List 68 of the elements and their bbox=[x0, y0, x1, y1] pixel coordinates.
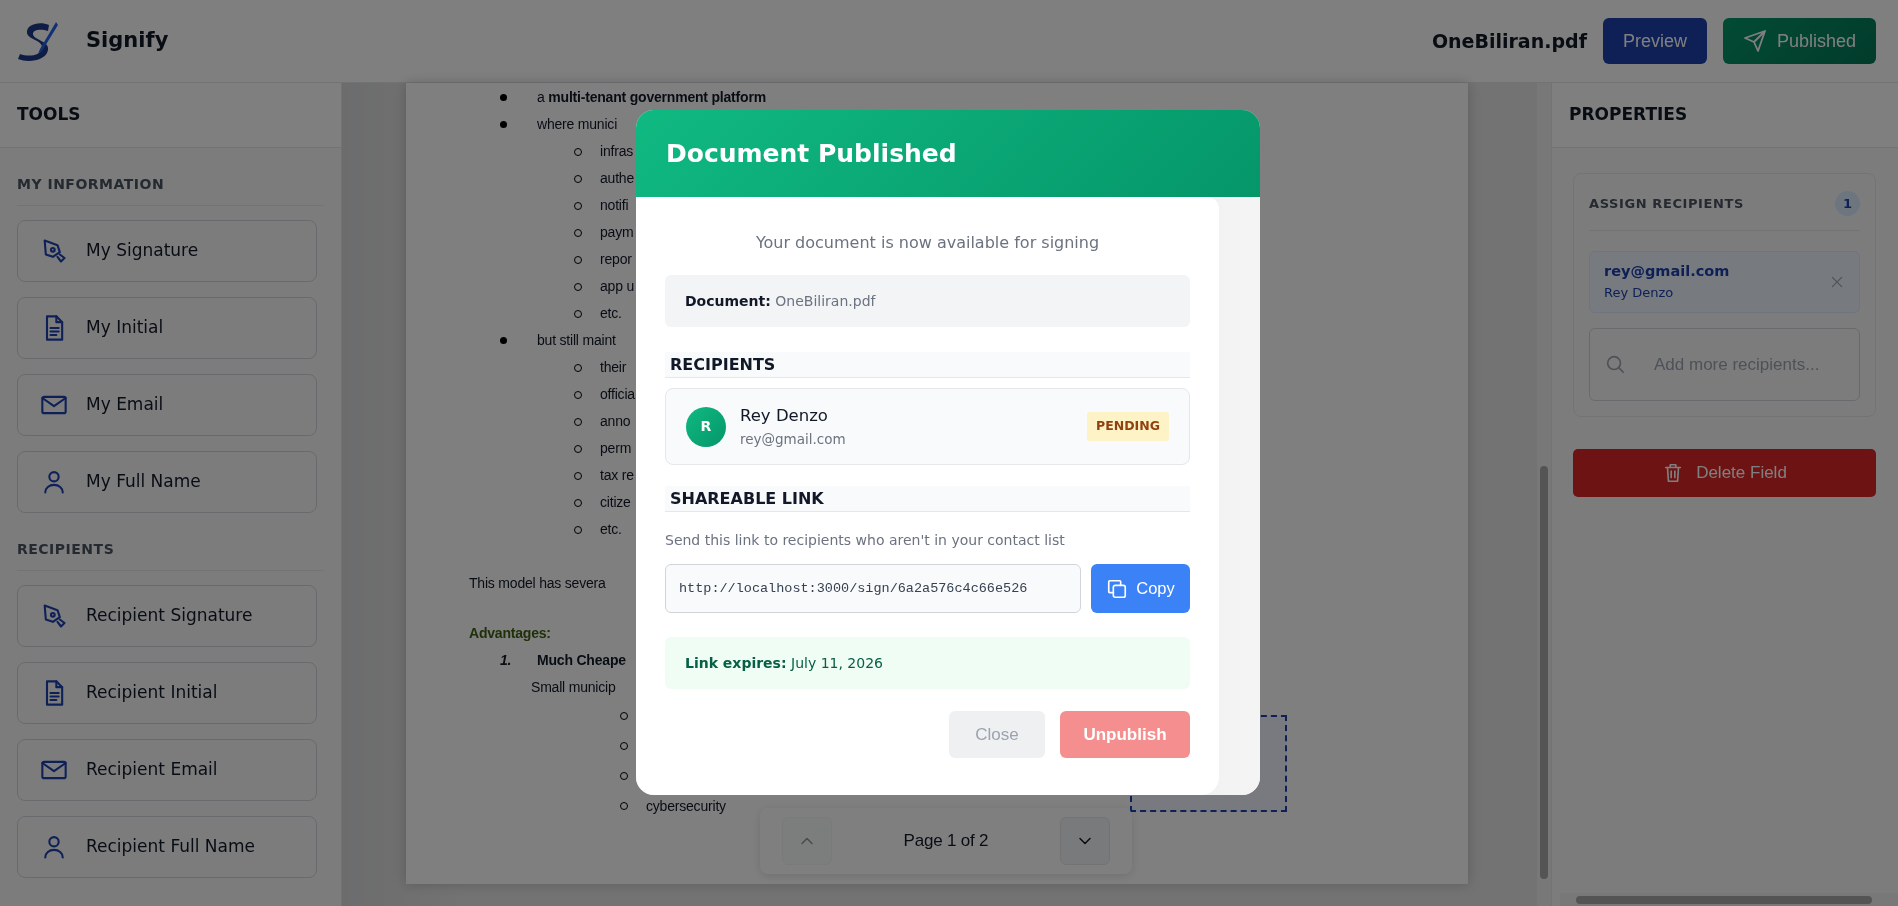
document-info: Document: OneBiliran.pdf bbox=[685, 291, 876, 311]
horizontal-scrollbar[interactable] bbox=[1560, 893, 1898, 906]
count-badge: 1 bbox=[1835, 191, 1860, 216]
tool-item[interactable]: Recipient Email bbox=[17, 739, 317, 801]
scrollbar-thumb[interactable] bbox=[1540, 466, 1548, 879]
expiry-notice: Link expires: July 11, 2026 bbox=[685, 653, 883, 673]
search-icon bbox=[1604, 353, 1626, 375]
document-text: their bbox=[600, 358, 627, 377]
document-text: etc. bbox=[600, 304, 622, 323]
document-text: officia bbox=[600, 385, 635, 404]
document-text: paym bbox=[600, 223, 634, 242]
document-text: anno bbox=[600, 412, 631, 431]
close-icon[interactable] bbox=[1829, 274, 1845, 290]
link-field[interactable]: http://localhost:3000/sign/6a2a576c4c66e526 bbox=[665, 564, 1081, 613]
document-text: tax re bbox=[600, 466, 634, 485]
tool-item[interactable]: My Full Name bbox=[17, 451, 317, 513]
status-badge: PENDING bbox=[1087, 412, 1169, 441]
document-text: cybersecurity bbox=[646, 796, 726, 816]
send-icon bbox=[1742, 29, 1767, 53]
list-number: 1. bbox=[500, 651, 513, 670]
bullet-icon bbox=[500, 121, 507, 128]
document-text: app u bbox=[600, 277, 635, 296]
bullet-icon bbox=[500, 94, 507, 101]
document-text: Small municip bbox=[531, 678, 616, 697]
avatar: R bbox=[686, 406, 726, 447]
document-text: perm bbox=[600, 439, 632, 458]
section-label: RECIPIENTS bbox=[17, 539, 324, 571]
tool-item[interactable]: My Initial bbox=[17, 297, 317, 359]
recipient-name: Rey Denzo bbox=[1604, 284, 1675, 303]
dialog-title: Document Published bbox=[666, 138, 957, 169]
tool-item[interactable]: My Email bbox=[17, 374, 317, 436]
recipient-email: rey@gmail.com bbox=[1604, 262, 1730, 282]
document-text: infras bbox=[600, 142, 634, 161]
recipient-name: Rey Denzo bbox=[740, 405, 829, 427]
tool-item[interactable]: Recipient Initial bbox=[17, 662, 317, 724]
copy-button[interactable]: Copy bbox=[1091, 564, 1190, 613]
section-label: ASSIGN RECIPIENTS bbox=[1589, 194, 1744, 213]
section-heading: RECIPIENTS bbox=[665, 352, 1190, 378]
document-text: Much Cheape bbox=[537, 651, 626, 670]
document-text: repor bbox=[600, 250, 632, 269]
published-button[interactable]: Published bbox=[1722, 18, 1876, 64]
recipient-email: rey@gmail.com bbox=[740, 429, 846, 449]
section-heading: SHAREABLE LINK bbox=[665, 486, 1190, 512]
app-name: Signify bbox=[86, 27, 169, 55]
bullet-icon bbox=[500, 337, 507, 344]
section-label: MY INFORMATION bbox=[17, 174, 324, 206]
page-indicator: Page 1 of 2 bbox=[903, 830, 989, 853]
file-name: OneBiliran.pdf bbox=[1431, 28, 1587, 54]
document-text: citize bbox=[600, 493, 631, 512]
link-hint: Send this link to recipients who aren't in your contact list bbox=[665, 531, 1066, 550]
document-text: where munici bbox=[537, 115, 618, 134]
dialog-subtitle: Your document is now available for signing bbox=[754, 232, 1101, 254]
document-heading: Advantages: bbox=[469, 624, 551, 643]
scrollbar-thumb[interactable] bbox=[1576, 896, 1872, 904]
tool-item[interactable]: Recipient Full Name bbox=[17, 816, 317, 878]
preview-button[interactable]: Preview bbox=[1602, 18, 1707, 64]
document-text: etc. bbox=[600, 520, 622, 539]
vertical-scrollbar[interactable] bbox=[1537, 83, 1551, 906]
tool-item[interactable]: My Signature bbox=[17, 220, 317, 282]
document-text: This model has severa bbox=[469, 574, 606, 593]
delete-field-button[interactable]: Delete Field bbox=[1573, 449, 1876, 497]
copy-icon bbox=[1106, 577, 1129, 600]
document-text: but still maint bbox=[537, 331, 616, 350]
next-page-button[interactable] bbox=[1060, 817, 1110, 865]
document-text: notifi bbox=[600, 196, 629, 215]
document-text: a multi-tenant government platform bbox=[537, 88, 766, 107]
tool-item[interactable]: Recipient Signature bbox=[17, 585, 317, 647]
document-text: authe bbox=[600, 169, 635, 188]
